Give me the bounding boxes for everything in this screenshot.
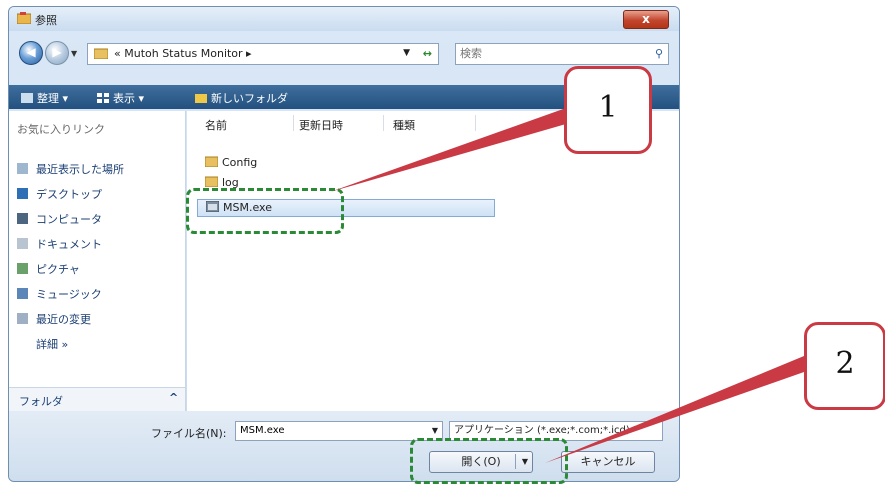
organize-icon [21, 93, 33, 103]
file-type-value: アプリケーション (*.exe;*.com;*.icd) [454, 425, 630, 436]
title-bar: 参照 x [9, 7, 679, 31]
folder-icon [94, 48, 108, 59]
refresh-icon[interactable]: ↔ [423, 44, 432, 63]
address-bar[interactable]: « Mutoh Status Monitor ▸ ▼ ↔ [87, 43, 439, 65]
sidebar-item-label: コンピュータ [36, 213, 102, 226]
callout-1: 1 [564, 66, 652, 154]
sidebar-item-label: ドキュメント [36, 238, 102, 251]
pictures-icon [17, 263, 28, 274]
filename-dropdown-icon[interactable]: ▼ [432, 422, 438, 439]
search-icon[interactable]: ⚲ [655, 44, 663, 63]
organize-label: 整理 ▾ [37, 92, 69, 105]
highlight-open-button [410, 438, 568, 484]
view-label: 表示 ▾ [113, 92, 145, 105]
column-separator[interactable] [475, 115, 476, 131]
folders-toggle[interactable]: フォルダ ^ [9, 387, 185, 412]
sidebar-item-label: 最近の変更 [36, 313, 91, 326]
sidebar-item-music[interactable]: ミュージック [17, 286, 102, 302]
history-dropdown-icon[interactable]: ▼ [71, 49, 77, 58]
chevron-up-icon: ^ [169, 391, 179, 404]
sidebar-item-documents[interactable]: ドキュメント [17, 236, 102, 252]
filename-input[interactable] [236, 422, 420, 439]
sidebar-more-link[interactable]: 詳細 » [36, 336, 68, 352]
sidebar-item-recent-places[interactable]: 最近表示した場所 [17, 161, 124, 177]
view-icon [97, 93, 109, 103]
sidebar-item-recently-changed[interactable]: 最近の変更 [17, 311, 91, 327]
cancel-button[interactable]: キャンセル [561, 451, 655, 473]
favorite-links-pane: お気に入りリンク 最近表示した場所 デスクトップ コンピュータ ドキュメント ピ… [9, 111, 186, 411]
sidebar-item-label: ミュージック [36, 288, 102, 301]
folders-label: フォルダ [19, 395, 63, 408]
view-button[interactable]: 表示 ▾ [97, 90, 144, 106]
favorite-links-header: お気に入りリンク [17, 123, 105, 136]
file-row-config[interactable]: Config [205, 155, 257, 171]
folder-icon [205, 176, 218, 187]
sidebar-item-label: 最近表示した場所 [36, 163, 124, 176]
folder-icon [205, 156, 218, 167]
computer-icon [17, 213, 28, 224]
column-name[interactable]: 名前 [205, 117, 227, 133]
file-list-pane: 名前 更新日時 種類 Config log MSM.exe [187, 111, 679, 411]
file-name: Config [222, 156, 258, 169]
sidebar-item-label: ピクチャ [36, 263, 80, 276]
new-folder-button[interactable]: 新しいフォルダ [195, 90, 288, 106]
address-dropdown-icon[interactable]: ▼ [403, 44, 410, 63]
organize-button[interactable]: 整理 ▾ [21, 90, 68, 106]
sidebar-item-desktop[interactable]: デスクトップ [17, 186, 102, 202]
callout-2: 2 [804, 322, 885, 410]
filename-combo[interactable]: ▼ [235, 421, 443, 441]
dialog-footer: ファイル名(N): ▼ アプリケーション (*.exe;*.com;*.icd)… [9, 411, 679, 481]
documents-icon [17, 238, 28, 249]
recently-changed-icon [17, 313, 28, 324]
highlight-msm-exe [186, 188, 344, 234]
recent-places-icon [17, 163, 28, 174]
filename-label: ファイル名(N): [151, 427, 227, 440]
close-button[interactable]: x [623, 10, 669, 29]
folder-icon [17, 12, 31, 24]
column-type[interactable]: 種類 [393, 117, 415, 133]
window-title: 参照 [35, 14, 57, 27]
back-button[interactable]: ◀ [19, 41, 43, 65]
new-folder-label: 新しいフォルダ [211, 92, 288, 105]
forward-button[interactable]: ▶ [45, 41, 69, 65]
search-box[interactable]: ⚲ [455, 43, 669, 65]
column-modified[interactable]: 更新日時 [299, 117, 343, 133]
sidebar-item-pictures[interactable]: ピクチャ [17, 261, 80, 277]
sidebar-item-label: デスクトップ [36, 188, 102, 201]
desktop-icon [17, 188, 28, 199]
column-separator[interactable] [293, 115, 294, 131]
column-separator[interactable] [383, 115, 384, 131]
sidebar-item-computer[interactable]: コンピュータ [17, 211, 102, 227]
address-path: « Mutoh Status Monitor ▸ [114, 47, 252, 60]
new-folder-icon [195, 94, 207, 103]
search-input[interactable] [460, 44, 640, 63]
music-icon [17, 288, 28, 299]
